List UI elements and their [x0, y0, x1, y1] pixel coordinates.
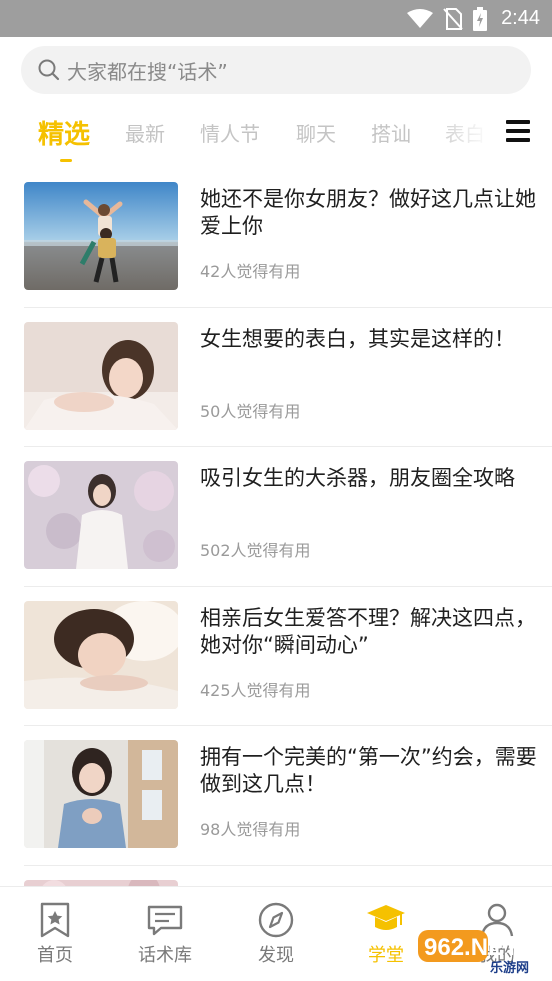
nav-home[interactable]: 首页: [0, 887, 110, 981]
article-title: 她还不是你女朋友？做好这几点让她爱上你: [200, 187, 536, 238]
tab-latest[interactable]: 最新: [125, 118, 165, 147]
list-item[interactable]: 她还不是你女朋友？做好这几点让她爱上你 42人觉得有用: [24, 168, 552, 308]
article-thumbnail: [24, 740, 178, 848]
bookmark-star-icon: [40, 902, 70, 938]
status-time: 2:44: [501, 7, 540, 29]
tabs-fade: [430, 108, 490, 158]
article-title: 拥有一个完美的“第一次”约会，需要做到这几点！: [200, 745, 537, 796]
article-useful-count: 42人觉得有用: [200, 262, 301, 281]
list-item[interactable]: 拥有一个完美的“第一次”约会，需要做到这几点！ 98人觉得有用: [24, 726, 552, 866]
nav-label: 发现: [258, 945, 294, 966]
article-title: 相亲后女生爱答不理？解决这四点，她对你“瞬间动心”: [200, 605, 536, 657]
search-placeholder: 大家都在搜“话术”: [67, 59, 228, 84]
tab-featured[interactable]: 精选: [38, 114, 90, 151]
chat-bubble-icon: [147, 905, 183, 936]
nav-label: 话术库: [138, 945, 192, 966]
article-thumbnail: [24, 182, 178, 290]
article-useful-count: 50人觉得有用: [200, 401, 301, 421]
search-bar[interactable]: 大家都在搜“话术”: [21, 46, 531, 94]
article-thumbnail: [24, 461, 178, 569]
list-item[interactable]: 女生想要的表白，其实是这样的！ 50人觉得有用: [24, 308, 552, 447]
article-useful-count: 502人觉得有用: [200, 541, 311, 560]
list-item[interactable]: 吸引女生的大杀器，朋友圈全攻略 502人觉得有用: [24, 447, 552, 587]
watermark-text: 962.NET: [424, 934, 519, 961]
category-tabs: 精选 最新 情人节 聊天 搭讪 表白: [0, 108, 552, 168]
article-title: 女生想要的表白，其实是这样的！: [200, 326, 515, 351]
article-thumbnail: [24, 600, 178, 709]
status-icons: 2:44: [407, 0, 540, 37]
article-thumbnail: [24, 321, 178, 430]
watermark-logo: 962.NET 乐游网: [418, 930, 529, 976]
tab-valentines[interactable]: 情人节: [200, 118, 260, 147]
list-item[interactable]: 相亲后女生爱答不理？解决这四点，她对你“瞬间动心” 425人觉得有用: [24, 587, 552, 726]
article-useful-count: 425人觉得有用: [200, 680, 311, 700]
tab-chat[interactable]: 聊天: [296, 118, 336, 147]
status-bar: 2:44: [0, 0, 552, 37]
nav-scripts[interactable]: 话术库: [110, 887, 220, 981]
tab-pickup[interactable]: 搭讪: [371, 118, 411, 147]
article-title: 吸引女生的大杀器，朋友圈全攻略: [200, 466, 515, 490]
nav-discover[interactable]: 发现: [221, 887, 331, 981]
no-sim-icon: [443, 7, 463, 30]
wifi-icon: [407, 8, 434, 28]
battery-charging-icon: [473, 6, 488, 31]
article-list: 她还不是你女朋友？做好这几点让她爱上你 42人觉得有用 女生想要的表白，其实是这…: [0, 168, 552, 886]
active-tab-indicator: [60, 159, 72, 162]
watermark-subtext: 乐游网: [490, 960, 529, 976]
menu-icon[interactable]: [506, 120, 530, 142]
search-icon: [38, 59, 60, 81]
article-useful-count: 98人觉得有用: [200, 820, 301, 839]
list-item[interactable]: [24, 866, 552, 886]
compass-icon: [258, 902, 294, 938]
graduation-cap-icon: [367, 905, 405, 930]
nav-label: 首页: [37, 945, 73, 966]
